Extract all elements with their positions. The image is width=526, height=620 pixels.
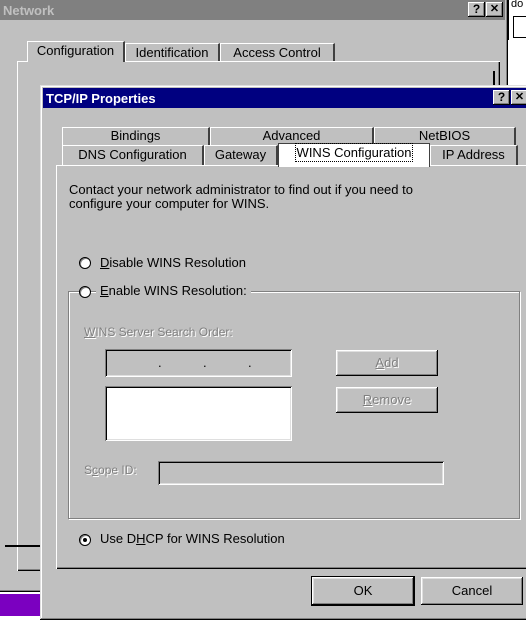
disable-wins-radio[interactable] <box>79 257 91 269</box>
use-dhcp-accel: H <box>136 531 146 546</box>
wins-server-text: INS Server Search Order: <box>95 325 233 339</box>
tab-configuration-label: Configuration <box>36 43 115 58</box>
use-dhcp-pre: Use D <box>100 531 137 546</box>
tab-bindings[interactable]: Bindings <box>62 127 210 145</box>
ip-dot-3: . <box>248 355 252 370</box>
tcpip-titlebar: TCP/IP Properties ? ✕ <box>43 88 526 108</box>
tab-netbios-label: NetBIOS <box>418 128 471 143</box>
scope-id-pre: S <box>84 463 93 477</box>
tab-access-control-label: Access Control <box>233 45 321 60</box>
cancel-button[interactable]: Cancel <box>421 577 523 605</box>
network-titlebar: Network ? ✕ <box>0 0 505 20</box>
close-icon: ✕ <box>489 3 500 15</box>
tab-dns-configuration[interactable]: DNS Configuration <box>62 145 204 165</box>
enable-wins-label[interactable]: Enable WINS Resolution: <box>96 283 251 298</box>
remove-button[interactable]: Remove <box>336 387 438 413</box>
background-fragment-field <box>513 16 526 38</box>
tab-wins-configuration-label: WINS Configuration <box>294 143 414 162</box>
ip-dot-2: . <box>203 355 207 370</box>
use-dhcp-radio[interactable] <box>79 534 91 546</box>
help-icon: ? <box>472 2 481 16</box>
tab-configuration[interactable]: Configuration <box>27 41 125 62</box>
use-dhcp-text: CP for WINS Resolution <box>145 531 285 546</box>
tcpip-window: TCP/IP Properties ? ✕ Bindings Advanced … <box>40 85 526 620</box>
tab-gateway[interactable]: Gateway <box>204 145 278 165</box>
wins-server-list[interactable] <box>105 386 292 441</box>
remove-accel: R <box>362 392 373 407</box>
ok-button[interactable]: OK <box>311 576 415 606</box>
disable-wins-label[interactable]: Disable WINS Resolution <box>100 255 246 270</box>
tcpip-title: TCP/IP Properties <box>46 90 156 106</box>
network-help-button[interactable]: ? <box>468 2 485 17</box>
tab-advanced-label: Advanced <box>262 128 321 143</box>
network-close-button[interactable]: ✕ <box>486 2 503 17</box>
tab-wins-configuration[interactable]: WINS Configuration <box>278 143 430 167</box>
radio-selected-dot <box>83 538 87 542</box>
remove-text: emove <box>372 392 412 407</box>
ip-dot-1: . <box>158 355 162 370</box>
enable-wins-accel: E <box>100 283 109 298</box>
tab-ip-address[interactable]: IP Address <box>430 145 518 165</box>
disable-wins-text: isable WINS Resolution <box>109 255 246 270</box>
network-title: Network <box>3 2 55 18</box>
wins-description-line-2: configure your computer for WINS. <box>69 196 270 211</box>
tab-gateway-label: Gateway <box>214 147 267 162</box>
wins-server-search-order-label: WINS Server Search Order: <box>84 325 233 339</box>
tab-bindings-label: Bindings <box>110 128 161 143</box>
taskbar-fragment <box>0 594 40 616</box>
enable-wins-text: nable WINS Resolution: <box>108 283 247 298</box>
background-window-fragment: do <box>508 0 526 40</box>
tcpip-help-button[interactable]: ? <box>493 90 510 105</box>
wins-description-line-1: Contact your network administrator to fi… <box>69 182 413 197</box>
tab-dns-configuration-label: DNS Configuration <box>78 147 187 162</box>
close-icon: ✕ <box>514 91 525 103</box>
wins-tab-panel: Contact your network administrator to fi… <box>56 165 526 569</box>
enable-wins-radio[interactable] <box>79 286 91 298</box>
tab-identification-label: Identification <box>135 45 209 60</box>
add-button[interactable]: Add <box>336 350 438 376</box>
tab-ip-address-label: IP Address <box>442 147 505 162</box>
help-icon: ? <box>497 90 506 104</box>
add-accel: A <box>375 355 385 370</box>
use-dhcp-label[interactable]: Use DHCP for WINS Resolution <box>100 531 285 546</box>
scope-id-input[interactable] <box>158 461 444 485</box>
wins-server-accel: W <box>84 325 96 339</box>
tab-identification[interactable]: Identification <box>125 43 220 62</box>
tab-access-control[interactable]: Access Control <box>220 43 335 62</box>
scope-id-text: ope ID: <box>98 463 137 477</box>
disable-wins-accel: D <box>100 255 110 270</box>
cancel-label: Cancel <box>451 583 493 598</box>
wins-description: Contact your network administrator to fi… <box>69 183 413 211</box>
scope-id-label: Scope ID: <box>84 463 137 477</box>
ok-label: OK <box>353 583 373 598</box>
add-text: dd <box>384 355 399 370</box>
tcpip-close-button[interactable]: ✕ <box>511 90 526 105</box>
background-fragment-text: do <box>511 0 524 10</box>
wins-server-ip-input[interactable]: . . . <box>105 349 292 377</box>
